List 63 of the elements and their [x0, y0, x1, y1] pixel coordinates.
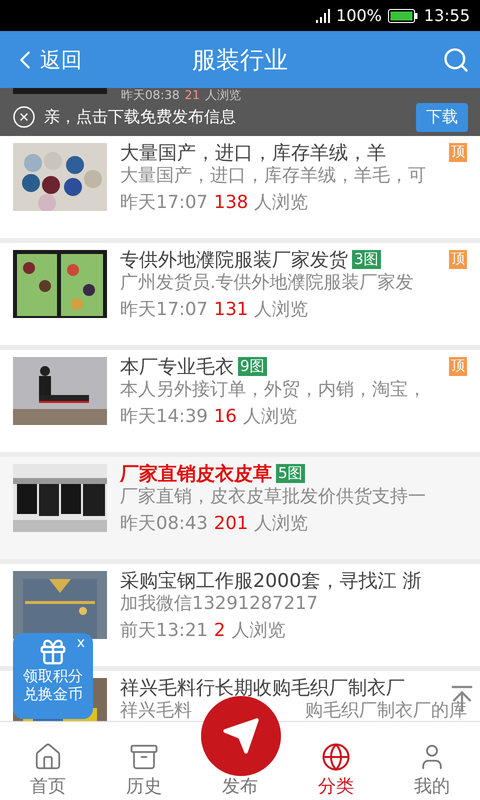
- listing-title: 采购宝钢工作服2000套，寻找江 浙: [120, 568, 422, 594]
- view-label: 人浏览: [231, 619, 286, 643]
- view-label: 人浏览: [204, 88, 241, 102]
- paper-plane-icon: [221, 716, 261, 756]
- view-label: 人浏览: [242, 405, 297, 429]
- post-time: 昨天14:39: [120, 405, 208, 429]
- search-icon: [442, 46, 470, 74]
- photo-count-badge: 3图: [352, 250, 381, 269]
- post-time: 昨天08:38: [121, 88, 180, 102]
- gift-text: 兑换金币: [23, 685, 83, 703]
- nav-tab[interactable]: 我的: [414, 742, 450, 798]
- view-count: 138: [214, 191, 248, 215]
- post-time: 昨天08:43: [120, 512, 208, 536]
- search-button[interactable]: [442, 46, 470, 74]
- gift-widget[interactable]: x 领取积分 兑换金币: [13, 633, 93, 719]
- home-icon: [33, 742, 63, 772]
- view-count: 21: [184, 88, 200, 102]
- back-button[interactable]: 返回: [10, 44, 82, 74]
- listing-description: 祥兴毛料: [120, 700, 192, 721]
- clock-time: 13:55: [424, 6, 470, 25]
- nav-tab[interactable]: 发布: [222, 776, 258, 798]
- view-count: 201: [214, 512, 248, 536]
- view-count: 2: [214, 619, 226, 643]
- listing-description: 厂家直销，皮衣皮草批发价供货支持一: [120, 486, 427, 508]
- banner-text: 亲，点击下载免费发布信息: [44, 106, 236, 128]
- view-label: 人浏览: [254, 512, 308, 536]
- top-badge: 顶: [449, 357, 467, 376]
- nav-tab[interactable]: 首页: [30, 742, 66, 798]
- listing-title: 本厂专业毛衣: [120, 354, 234, 380]
- battery-percent: 100%: [336, 6, 382, 25]
- listing-description: 大量国产，进口，库存羊绒，羊毛，可: [120, 165, 427, 187]
- nav-tab[interactable]: 分类: [318, 742, 354, 798]
- photo-count-badge: 5图: [276, 464, 305, 483]
- nav-tab[interactable]: 历史: [126, 742, 162, 798]
- globe-icon: [321, 742, 351, 772]
- listing-title: 祥兴毛料行长期收购毛织厂制衣厂: [120, 676, 405, 700]
- close-icon[interactable]: [12, 105, 36, 129]
- download-button[interactable]: 下载: [416, 102, 468, 132]
- battery-icon: [388, 8, 418, 22]
- listing-row[interactable]: 厂家直销皮衣皮草 5图 厂家直销，皮衣皮草批发价供货支持一 昨天08:43 201 人浏览: [0, 457, 480, 559]
- listing-title: 厂家直销皮衣皮草: [120, 462, 272, 486]
- listing-row[interactable]: 专供外地濮院服装厂家发货 3图 顶 广州发货员.专供外地濮院服装厂家发 昨天17:07 131 人浏览: [0, 243, 480, 345]
- top-badge: 顶: [449, 250, 467, 269]
- listing-description: 加我微信13291287217: [120, 593, 319, 615]
- listing-title: 专供外地濮院服装厂家发货: [120, 248, 348, 272]
- photo-count-badge: 9图: [238, 357, 267, 376]
- post-time: 前天13:21: [120, 619, 208, 643]
- top-badge: 顶: [449, 143, 467, 162]
- listing-title: 大量国产，进口，库存羊绒，羊: [120, 140, 386, 166]
- listing-row[interactable]: 本厂专业毛衣 9图 顶 本人另外接订单，外贸，内销，淘宝， 昨天14:39 16 人浏览: [0, 350, 480, 452]
- page-title: 服装行业: [192, 44, 288, 76]
- listing-row[interactable]: 大量国产，进口，库存羊绒，羊 顶 大量国产，进口，库存羊绒，羊毛，可 昨天17:07 138 人浏览: [0, 136, 480, 238]
- view-count: 131: [214, 298, 248, 322]
- signal-icon: [316, 8, 330, 22]
- close-button[interactable]: x: [76, 635, 85, 651]
- gift-icon: [38, 637, 68, 667]
- post-time: 昨天17:07: [120, 298, 208, 322]
- listing-description: 广州发货员.专供外地濮院服装厂家发: [120, 272, 415, 294]
- view-label: 人浏览: [254, 191, 308, 215]
- view-count: 16: [214, 405, 237, 429]
- listing-description: 本人另外接订单，外贸，内销，淘宝，: [120, 379, 427, 401]
- view-label: 人浏览: [254, 298, 308, 322]
- post-time: 昨天17:07: [120, 191, 208, 215]
